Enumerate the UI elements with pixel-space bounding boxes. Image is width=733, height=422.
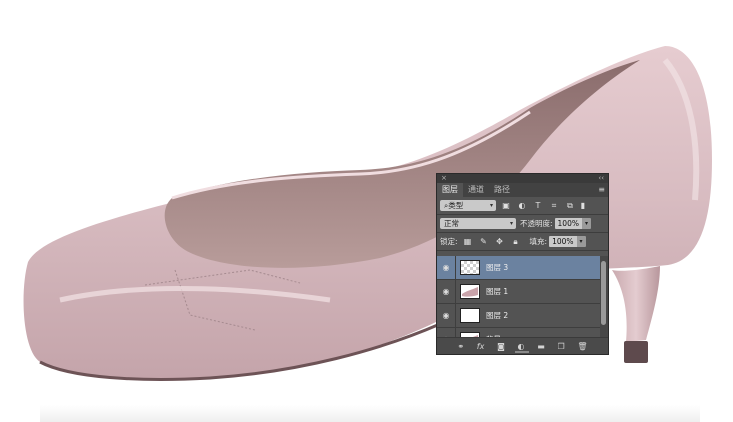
eye-icon[interactable]: ◉ [437,311,455,320]
lock-transparent-icon[interactable]: ▦ [462,236,474,247]
opacity-dropdown-icon[interactable]: ▾ [581,218,591,229]
lock-label: 锁定: [440,237,458,246]
eye-icon[interactable]: ◉ [437,287,455,296]
floor-shadow [40,405,700,422]
chevron-down-icon: ▾ [489,202,493,209]
layer-list: ◉ 图层 3 ◉ 图层 1 ◉ 图层 2 ◉ 背景 🔒︎ [437,256,600,338]
folder-icon[interactable]: ▬ [537,342,545,351]
panel-title-bar[interactable]: × ‹‹ [437,174,608,183]
trash-icon[interactable]: 🗑︎ [577,342,587,351]
layer-row-1[interactable]: ◉ 图层 1 [437,279,600,304]
fill-input[interactable]: 100% [549,236,577,247]
filter-adjustment-icon[interactable]: ◐ [516,200,528,211]
layer-thumbnail [460,260,480,275]
filter-kind-select[interactable]: ⌕类型 ▾ [440,200,496,211]
filter-type-icon[interactable]: T [532,200,544,211]
lock-paint-icon[interactable]: ✎ [478,236,490,247]
adjustment-icon[interactable]: ◐ [518,342,525,351]
layer-name[interactable]: 图层 2 [486,310,508,321]
filter-toggle-icon[interactable]: ▮ [580,200,586,211]
layer-name[interactable]: 图层 3 [486,262,508,273]
layer-thumbnail [460,308,480,323]
filter-kind-label: 类型 [448,201,464,210]
fill-dropdown-icon[interactable]: ▾ [576,236,586,247]
filter-pixel-icon[interactable]: ▣ [500,200,512,211]
panel-tabs: 图层 通道 路径 ≡ [437,183,608,197]
eye-icon[interactable]: ◉ [437,263,455,272]
panel-menu-icon[interactable]: ≡ [598,183,605,197]
opacity-input[interactable]: 100% [554,218,582,229]
filter-smart-object-icon[interactable]: ⧉ [564,200,576,211]
layer-row-3[interactable]: ◉ 图层 3 [437,256,600,280]
mask-icon[interactable]: ◙ [497,342,505,351]
canvas-photo [23,46,713,381]
fill-label: 填充: [529,237,548,246]
lock-all-icon[interactable]: 🔒︎ [510,236,522,247]
filter-row: ⌕类型 ▾ ▣ ◐ T ⌗ ⧉ ▮ [437,197,608,214]
tab-paths[interactable]: 路径 [489,183,515,197]
layer-list-scrollbar[interactable] [600,256,608,338]
collapse-icon[interactable]: ‹‹ [598,174,604,183]
layer-row-2[interactable]: ◉ 图层 2 [437,303,600,328]
blend-mode-select[interactable]: 正常 ▾ [440,218,516,229]
blend-row: 正常 ▾ 不透明度: 100% ▾ [437,215,608,232]
divider [437,250,608,251]
filter-shape-icon[interactable]: ⌗ [548,200,560,211]
blend-mode-value: 正常 [444,219,459,228]
new-layer-icon[interactable]: ❐ [558,342,565,351]
resize-handle[interactable] [515,351,529,353]
shoe-heel [612,266,660,342]
chevron-down-icon: ▾ [509,220,513,227]
opacity-label: 不透明度: [520,219,553,228]
layer-name[interactable]: 图层 1 [486,286,508,297]
fx-icon[interactable]: fx [477,342,485,351]
layer-thumbnail [460,284,480,299]
tab-layers[interactable]: 图层 [437,183,463,197]
lock-move-icon[interactable]: ✥ [494,236,506,247]
link-icon[interactable]: ⚭ [457,342,464,351]
close-icon[interactable]: × [441,174,447,183]
lock-row: 锁定: ▦ ✎ ✥ 🔒︎ 填充: 100% ▾ [437,233,608,250]
layers-panel[interactable]: × ‹‹ 图层 通道 路径 ≡ ⌕类型 ▾ ▣ ◐ T ⌗ ⧉ ▮ 正常 ▾ 不… [436,173,609,355]
tab-channels[interactable]: 通道 [463,183,489,197]
scrollbar-thumb[interactable] [601,261,606,325]
